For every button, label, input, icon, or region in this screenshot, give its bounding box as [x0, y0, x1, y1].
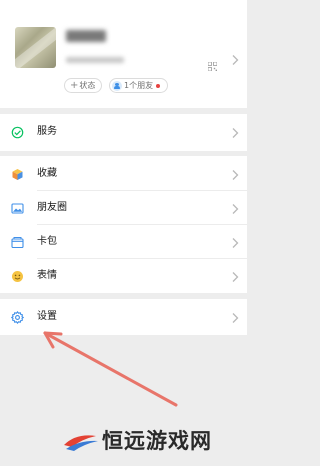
menu-item-cards[interactable]: 卡包	[0, 224, 247, 261]
menu-item-label: 收藏	[37, 168, 57, 179]
menu-item-moments[interactable]: 朋友圈	[0, 190, 247, 227]
gear-icon	[11, 311, 24, 324]
profile-header[interactable]: + 状态 1个朋友	[0, 0, 247, 108]
cube-icon	[11, 168, 24, 181]
status-button[interactable]: + 状态	[64, 78, 102, 93]
chevron-right-icon	[230, 169, 240, 181]
friend-label: 1个朋友	[124, 81, 154, 90]
menu-item-label: 表情	[37, 270, 57, 281]
nickname-redacted	[66, 30, 106, 42]
friend-status-button[interactable]: 1个朋友	[109, 78, 168, 93]
settings-group: 设置	[0, 299, 247, 335]
chevron-right-icon	[230, 127, 240, 139]
wechat-pay-check-icon	[11, 126, 24, 139]
wallet-card-icon	[11, 236, 24, 249]
menu-item-label: 设置	[37, 311, 57, 322]
chevron-right-icon	[230, 271, 240, 283]
menu-item-label: 卡包	[37, 236, 57, 247]
qr-code-icon[interactable]	[207, 56, 218, 72]
friend-avatar-icon	[112, 80, 122, 91]
avatar[interactable]	[15, 27, 56, 68]
menu-item-label: 朋友圈	[37, 202, 67, 213]
chevron-right-icon	[230, 237, 240, 249]
main-group: 收藏 朋友圈 卡包 表情	[0, 156, 247, 293]
menu-item-stickers[interactable]: 表情	[0, 258, 247, 295]
watermark-logo	[64, 435, 98, 451]
chevron-right-icon	[230, 54, 240, 66]
smiley-icon	[11, 270, 24, 283]
service-group: 服务	[0, 114, 247, 151]
watermark: 恒远游戏网	[62, 427, 242, 457]
menu-item-service[interactable]: 服务	[0, 114, 247, 151]
landscape-photo-icon	[11, 202, 24, 215]
chevron-right-icon	[230, 203, 240, 215]
menu-item-settings[interactable]: 设置	[0, 299, 247, 336]
plus-icon: +	[70, 79, 79, 91]
notification-dot	[156, 83, 161, 88]
chevron-right-icon	[230, 312, 240, 324]
status-label: 状态	[79, 81, 96, 90]
menu-item-favorites[interactable]: 收藏	[0, 156, 247, 193]
watermark-text: 恒远游戏网	[102, 428, 212, 453]
menu-item-label: 服务	[37, 126, 57, 137]
wechat-id-redacted	[66, 57, 124, 63]
